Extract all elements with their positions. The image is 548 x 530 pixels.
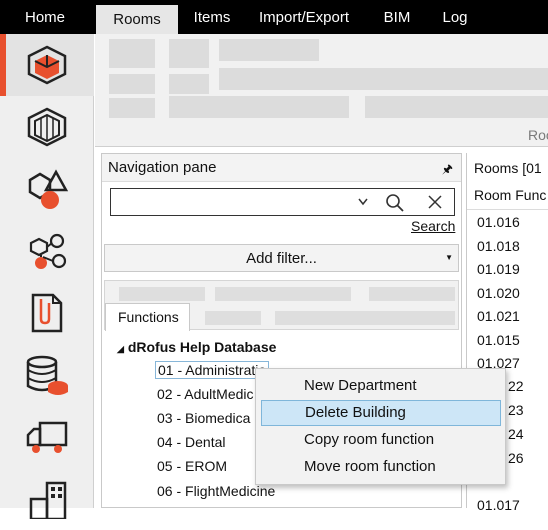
network-icon: [29, 233, 67, 269]
collapse-arrow-icon[interactable]: ◢: [117, 344, 124, 354]
tree-item[interactable]: 05 - EROM: [157, 458, 227, 474]
sidebar-database[interactable]: [0, 344, 94, 406]
tab-items[interactable]: Items: [178, 0, 246, 34]
room-row[interactable]: 01.018: [477, 238, 520, 254]
room-row[interactable]: 26: [508, 450, 524, 466]
room-row[interactable]: 01.019: [477, 261, 520, 277]
ribbon: Room: [95, 34, 548, 147]
room-row[interactable]: 01.015: [477, 332, 520, 348]
ribbon-button[interactable]: [219, 68, 548, 90]
tree-root[interactable]: ◢ dRofus Help Database: [117, 339, 276, 355]
tree-item[interactable]: 04 - Dental: [157, 434, 225, 450]
room-row[interactable]: 23: [508, 402, 524, 418]
tab-home[interactable]: Home: [0, 0, 90, 34]
tree-item[interactable]: 02 - AdultMedic: [157, 386, 254, 402]
tab-placeholder[interactable]: [369, 287, 455, 301]
add-filter-label: Add filter...: [246, 250, 317, 267]
ribbon-button[interactable]: [109, 39, 155, 68]
room-row[interactable]: 22: [508, 378, 524, 394]
add-filter-button[interactable]: Add filter... ▼: [104, 244, 459, 272]
sidebar-building[interactable]: [0, 96, 94, 158]
building-cube-icon: [27, 107, 67, 147]
shapes-icon: [28, 169, 69, 209]
tree-item[interactable]: 01 - Administratio: [155, 361, 270, 379]
search-link[interactable]: Search: [411, 218, 455, 234]
tab-placeholder[interactable]: [119, 287, 205, 301]
tab-placeholder[interactable]: [205, 311, 261, 325]
ribbon-button[interactable]: [219, 39, 319, 61]
module-sidebar: [0, 34, 94, 519]
menu-item-delete-building[interactable]: Delete Building: [261, 400, 501, 426]
tab-placeholder[interactable]: [215, 287, 351, 301]
sidebar-items[interactable]: [0, 158, 94, 220]
chevron-down-icon[interactable]: [358, 198, 368, 206]
ribbon-button[interactable]: [169, 74, 209, 94]
tree-item[interactable]: 06 - FlightMedicine: [157, 483, 275, 499]
pin-icon[interactable]: 🖈: [442, 160, 453, 181]
dropdown-arrow-icon: ▼: [445, 253, 453, 262]
room-row[interactable]: 24: [508, 426, 524, 442]
context-menu: New Department Delete Building Copy room…: [255, 368, 506, 485]
room-row[interactable]: 01.016: [477, 214, 520, 230]
sidebar-logistics[interactable]: [0, 406, 94, 468]
tab-bim[interactable]: BIM: [362, 0, 432, 34]
nav-title: Navigation pane: [108, 159, 217, 176]
ribbon-button[interactable]: [365, 96, 548, 118]
ribbon-button[interactable]: [109, 98, 155, 118]
tree-item[interactable]: 03 - Biomedica: [157, 410, 250, 426]
sidebar-documents[interactable]: [0, 282, 94, 344]
room-cube-icon: [27, 45, 67, 85]
room-row[interactable]: 01.017: [477, 497, 520, 513]
ribbon-button[interactable]: [169, 39, 209, 68]
nav-header: Navigation pane 🖈: [102, 154, 461, 182]
tab-rooms[interactable]: Rooms: [96, 0, 178, 34]
sidebar-grid[interactable]: [0, 468, 94, 530]
search-input[interactable]: [110, 188, 455, 216]
tab-functions[interactable]: Functions: [105, 303, 190, 331]
column-header-room-function[interactable]: Room Func: [474, 187, 546, 203]
clear-icon[interactable]: [427, 194, 443, 210]
tree-root-label: dRofus Help Database: [127, 339, 277, 355]
search-icon[interactable]: [385, 193, 405, 213]
building-grid-icon: [29, 481, 67, 519]
ribbon-button[interactable]: [109, 74, 155, 94]
menu-item-new-department[interactable]: New Department: [261, 374, 501, 400]
document-clip-icon: [31, 293, 63, 333]
sidebar-relations[interactable]: [0, 220, 94, 282]
database-icon: [26, 355, 68, 395]
ribbon-group-label: Room: [528, 127, 548, 143]
header-divider: [467, 209, 548, 210]
ribbon-button[interactable]: [169, 96, 349, 118]
room-row[interactable]: 01.020: [477, 285, 520, 301]
menu-bar: Home Rooms Items Import/Export BIM Log: [0, 0, 548, 34]
menu-item-move-room-function[interactable]: Move room function: [261, 455, 501, 481]
tab-placeholder[interactable]: [275, 311, 455, 325]
tab-log[interactable]: Log: [432, 0, 478, 34]
menu-item-copy-room-function[interactable]: Copy room function: [261, 428, 501, 454]
tab-import-export[interactable]: Import/Export: [246, 0, 362, 34]
sidebar-rooms[interactable]: [0, 34, 94, 96]
truck-icon: [26, 421, 68, 453]
rooms-title: Rooms [01: [474, 160, 542, 176]
room-row[interactable]: 01.021: [477, 308, 520, 324]
